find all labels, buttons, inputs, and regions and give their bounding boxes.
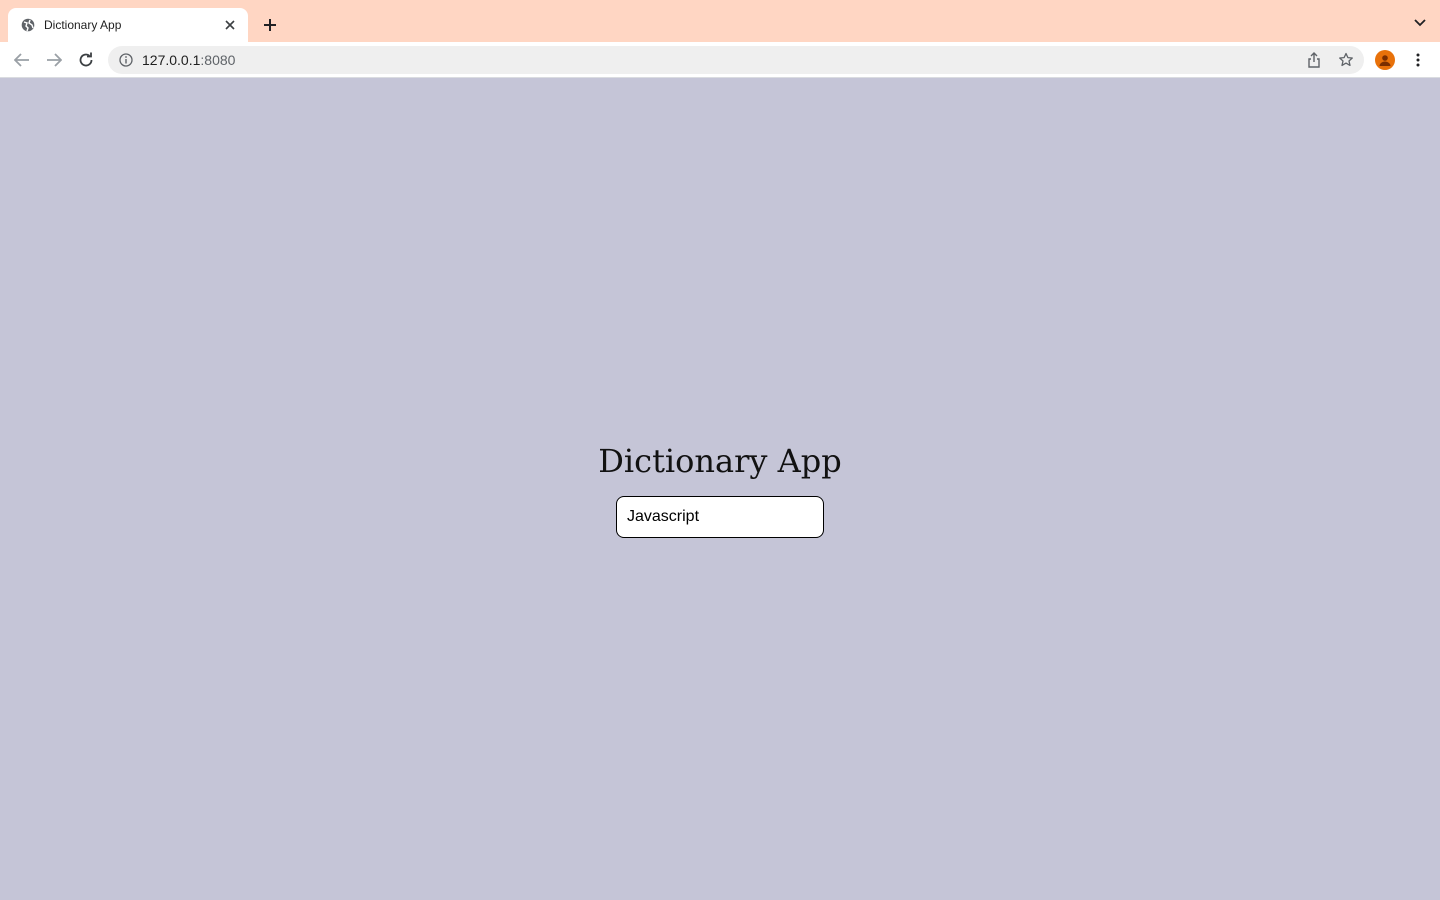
url-host: 127.0.0.1 <box>142 52 201 68</box>
address-bar[interactable]: 127.0.0.1:8080 <box>108 46 1364 74</box>
star-icon[interactable] <box>1336 52 1356 68</box>
search-input[interactable] <box>616 496 824 538</box>
arrow-right-icon <box>47 53 62 67</box>
share-icon[interactable] <box>1304 52 1324 68</box>
arrow-left-icon <box>14 53 29 67</box>
back-button[interactable] <box>10 48 34 72</box>
new-tab-button[interactable] <box>258 13 282 37</box>
site-info-icon[interactable] <box>118 52 134 68</box>
reload-button[interactable] <box>74 48 98 72</box>
page-title: Dictionary App <box>598 442 842 480</box>
kebab-menu-icon[interactable] <box>1410 50 1426 70</box>
close-icon[interactable] <box>222 17 238 33</box>
tab-title: Dictionary App <box>44 18 122 32</box>
tab-list-button[interactable] <box>1412 15 1428 31</box>
url-text: 127.0.0.1:8080 <box>142 52 235 68</box>
forward-button[interactable] <box>42 48 66 72</box>
plus-icon <box>264 19 276 31</box>
browser-tab-strip: Dictionary App <box>0 0 1440 42</box>
chevron-down-icon <box>1414 19 1426 27</box>
reload-icon <box>79 52 93 67</box>
browser-tab[interactable]: Dictionary App <box>8 8 248 42</box>
globe-icon <box>20 17 36 33</box>
url-port: :8080 <box>200 52 236 68</box>
browser-toolbar: 127.0.0.1:8080 <box>0 42 1440 78</box>
profile-icon[interactable] <box>1375 50 1395 70</box>
dictionary-app: Dictionary App <box>0 78 1440 900</box>
